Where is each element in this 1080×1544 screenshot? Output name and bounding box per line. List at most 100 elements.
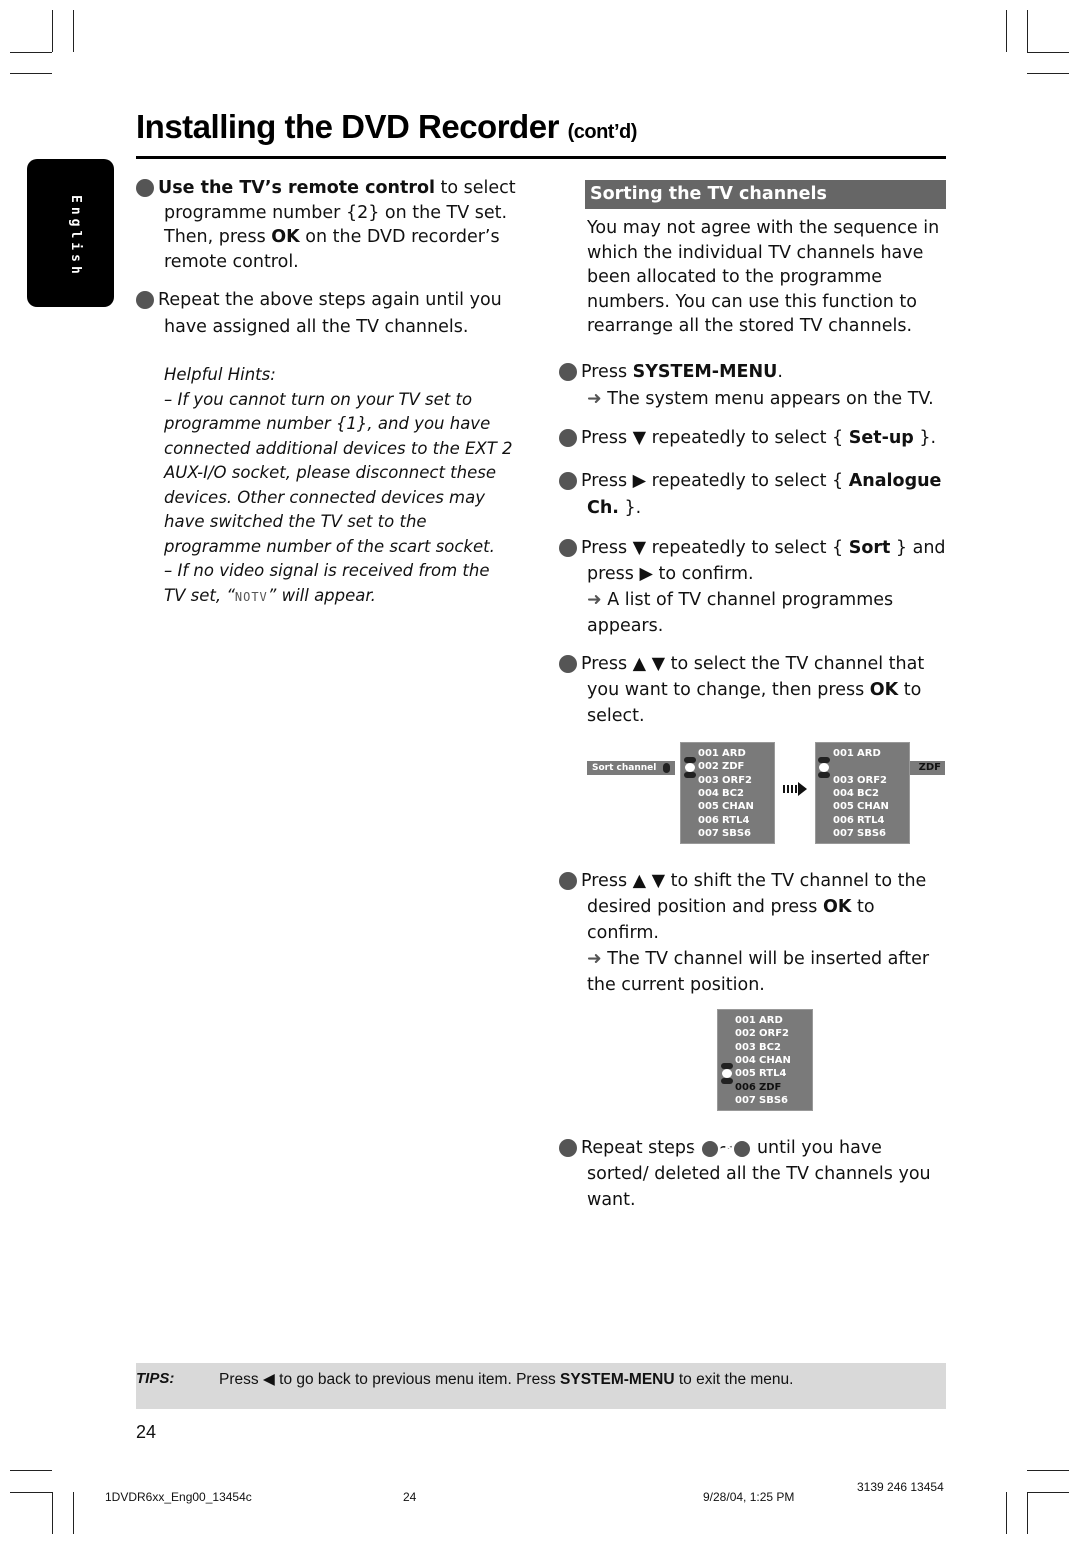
result-arrow-icon: ➜ <box>587 949 602 969</box>
step-bold: OK <box>869 680 899 700</box>
step-result: The TV channel will be inserted after th… <box>587 949 930 995</box>
crop-mark <box>10 1470 52 1471</box>
channel-number: 001 <box>698 748 719 759</box>
channel-number: 004 <box>833 787 854 799</box>
channel-number: 007 <box>735 1094 756 1106</box>
crop-mark <box>73 10 74 52</box>
footer-code: 3139 246 13454 <box>857 1480 944 1494</box>
crop-mark <box>1027 52 1069 53</box>
step-badge: 5 <box>550 655 577 673</box>
crop-mark <box>1006 1492 1007 1534</box>
crop-mark <box>52 1492 53 1534</box>
step-ref-badge: 5 <box>692 1141 718 1157</box>
channel-name: RTL4 <box>857 814 885 826</box>
channel-name: ARD <box>722 748 746 759</box>
step-badge: 3 <box>550 472 577 490</box>
step-text: Press ▼ repeatedly to select { <box>581 538 849 558</box>
channel-row: 001 ARD <box>735 1015 783 1026</box>
channel-name: SBS6 <box>759 1094 788 1106</box>
left-step-8: 8 Repeat the above steps again until you … <box>127 287 516 341</box>
channel-name: BC2 <box>722 787 744 799</box>
step-badge: 7 <box>550 1139 577 1157</box>
section-intro: You may not agree with the sequence in w… <box>587 218 940 336</box>
channel-number: 007 <box>698 827 719 839</box>
channel-row: 004 CHAN <box>735 1055 791 1066</box>
channel-name: ZDF <box>759 1081 782 1093</box>
tips-text-part: to exit the menu. <box>674 1371 794 1388</box>
step-bold: OK <box>822 897 852 917</box>
channel-list-sorted: 001 ARD 002 ORF2 003 BC2 004 CHAN 005 RTL4 006 ZDF 0… <box>717 1009 813 1111</box>
channel-name: ARD <box>759 1015 783 1026</box>
step-badge: 1 <box>550 363 577 381</box>
title-rule <box>136 156 946 159</box>
channel-row: 003 BC2 <box>735 1042 781 1053</box>
tips-text-part: Press ◀ to go back to previous menu item… <box>219 1371 561 1388</box>
channel-row: 006 RTL4 <box>833 815 884 826</box>
channel-number: 002 <box>698 761 719 773</box>
page-title-suffix: (cont’d) <box>567 121 638 143</box>
step-result: A list of TV channel programmes appears. <box>587 590 894 636</box>
left-step-7: 7 Use the TV’s remote control to select p… <box>127 176 536 274</box>
crop-mark <box>1027 1492 1069 1493</box>
channel-row <box>833 761 857 772</box>
channel-name: BC2 <box>857 787 879 799</box>
crop-mark <box>10 1492 52 1493</box>
step-text: Press ▼ repeatedly to select { <box>581 428 849 448</box>
channel-row: 005 RTL4 <box>735 1068 786 1079</box>
channel-row: 001 ARD <box>833 748 881 759</box>
channel-row: 006 RTL4 <box>698 815 749 826</box>
channel-row: 004 BC2 <box>698 788 744 799</box>
crop-mark <box>10 73 52 74</box>
channel-number: 001 <box>833 748 854 759</box>
step-text: Repeat steps <box>581 1138 701 1158</box>
helpful-hints: Helpful Hints: – If you cannot turn on y… <box>164 363 516 609</box>
right-step-2: 2 Press ▼ repeatedly to select { Set-up }… <box>550 426 949 451</box>
channel-number: 007 <box>833 827 854 839</box>
step-bold: Use the TV’s remote control <box>158 178 435 198</box>
right-step-5: 5 Press ▲ ▼ to select the TV channel that… <box>550 651 949 729</box>
channel-row: 001 ARD <box>698 748 746 759</box>
step-text: Repeat the above steps again until you h… <box>158 290 502 337</box>
result-arrow-icon: ➜ <box>587 590 602 610</box>
channel-row: 005 CHAN <box>698 801 754 812</box>
channel-row: 004 BC2 <box>833 788 879 799</box>
footer-page: 24 <box>403 1490 417 1504</box>
step-badge: 4 <box>550 539 577 557</box>
channel-row: 006 ZDF <box>735 1082 781 1093</box>
step-badge: 6 <box>550 872 577 890</box>
channel-name: ORF2 <box>759 1028 789 1040</box>
channel-row: 002 ORF2 <box>735 1028 789 1039</box>
step-text: Press <box>581 362 633 382</box>
right-step-6: 6 Press ▲ ▼ to shift the TV channel to th… <box>550 868 949 998</box>
channel-number: 005 <box>698 801 719 813</box>
scroll-knob-icon <box>663 763 670 773</box>
sort-channel-text: Sort channel <box>592 763 657 773</box>
right-step-3: 3 Press ▶ repeatedly to select { Analogue… <box>550 468 949 522</box>
channel-number: 005 <box>833 801 854 813</box>
channel-row: 007 SBS6 <box>698 828 751 839</box>
page-title: Installing the DVD Recorder (cont’d) <box>136 108 637 146</box>
crop-mark <box>1027 1470 1069 1471</box>
channel-name: CHAN <box>759 1054 791 1066</box>
channel-name: ORF2 <box>722 774 752 786</box>
step-bold: Sort <box>848 538 891 558</box>
language-tab-label: English <box>68 195 83 278</box>
hints-title: Helpful Hints: <box>164 365 276 384</box>
moving-channel-tag: ZDF <box>910 761 945 775</box>
channel-name: ORF2 <box>857 774 887 786</box>
step-badge: 2 <box>550 429 577 447</box>
channel-name: SBS6 <box>722 827 751 839</box>
channel-name: CHAN <box>857 801 889 813</box>
hint-2: – If no video signal is received from th… <box>164 559 516 609</box>
notv-code: NOTV <box>234 589 268 604</box>
channel-row: 005 CHAN <box>833 801 889 812</box>
crop-mark <box>1006 10 1007 52</box>
footer-date: 9/28/04, 1:25 PM <box>703 1490 795 1504</box>
tips-label: TIPS: <box>136 1370 175 1387</box>
step-ref-badge: 6 <box>725 1141 751 1157</box>
channel-row: 002 ZDF <box>698 761 744 772</box>
step-badge: 8 <box>127 291 154 309</box>
channel-row: 007 SBS6 <box>735 1095 788 1106</box>
crop-mark <box>73 1492 74 1534</box>
channel-number: 005 <box>735 1068 756 1080</box>
